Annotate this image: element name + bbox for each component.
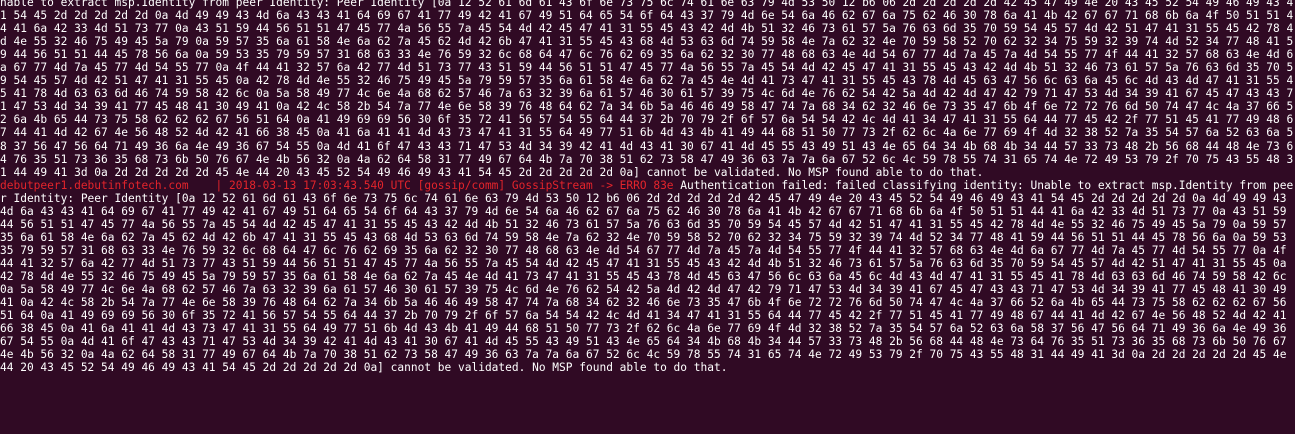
terminal-window[interactable]: nable to extract msp.Identity from peer … bbox=[0, 0, 1295, 434]
log-entry-prefix: debutpeer1.debutinfotech.com | 2018-03-1… bbox=[0, 178, 674, 192]
error-message: Authentication failed: failed classifyin… bbox=[0, 178, 1294, 375]
error-message-tail: nable to extract msp.Identity from peer … bbox=[0, 0, 1294, 179]
terminal-output: nable to extract msp.Identity from peer … bbox=[0, 0, 1295, 374]
